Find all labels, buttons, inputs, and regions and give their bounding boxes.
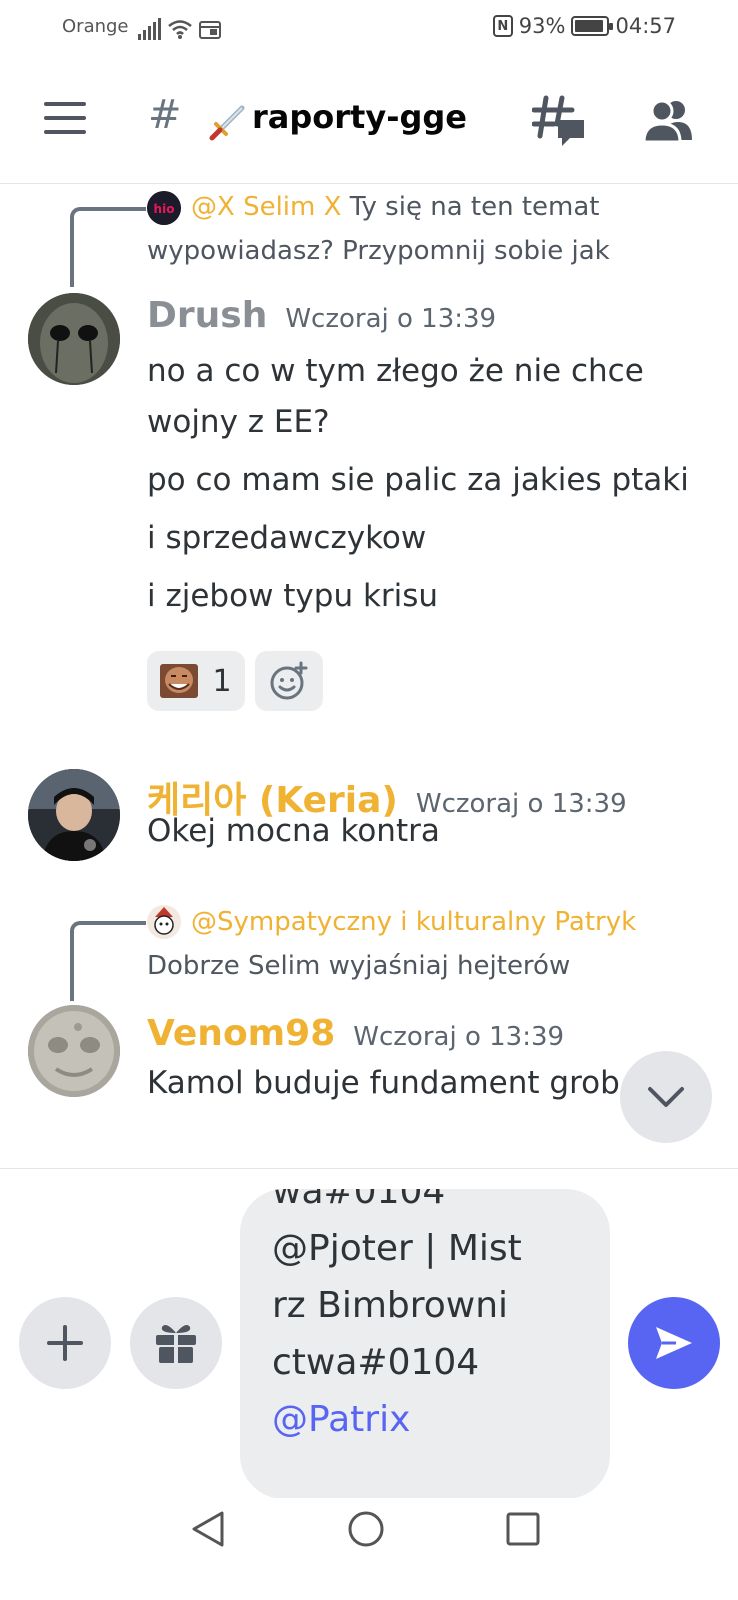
reply-preview[interactable]: @X Selim X Ty się na ten temat wypowiada… (147, 185, 707, 273)
reaction-count: 1 (212, 663, 232, 699)
dagger-emoji-icon (209, 105, 245, 141)
avatar[interactable] (28, 769, 120, 861)
channel-name: raporty-gge (252, 98, 467, 136)
threads-icon[interactable] (532, 94, 588, 148)
chevron-down-icon (648, 1087, 684, 1107)
message-text: po co mam sie palic za jakies ptaki (147, 462, 689, 498)
input-mention: @Patrix (272, 1399, 411, 1440)
timestamp: Wczoraj o 13:39 (415, 789, 627, 819)
message-input[interactable]: wa#0104 @Pjoter | Mistrz Bimbrownictwa#0… (240, 1189, 610, 1499)
members-icon[interactable] (642, 98, 694, 142)
hamburger-icon[interactable] (44, 102, 86, 134)
message-list[interactable]: hio @X Selim X Ty się na ten temat wypow… (0, 185, 738, 1168)
plus-icon (47, 1325, 83, 1361)
recents-icon[interactable] (506, 1512, 540, 1546)
reply-preview[interactable]: @Sympatyczny i kulturalny Patryk Dobrze … (147, 900, 692, 988)
message-text: i sprzedawczykow (147, 520, 427, 556)
message-text: Kamol buduje fundament grob (147, 1065, 620, 1101)
gift-button[interactable] (130, 1297, 222, 1389)
message-input-text: wa#0104 @Pjoter | Mistrz Bimbrownictwa#0… (272, 1189, 522, 1448)
home-icon[interactable] (347, 1510, 385, 1548)
keria-avatar-icon (28, 769, 120, 861)
nfc-icon: N (492, 15, 513, 37)
message-text: no a co w tym złego że nie chce (147, 353, 644, 389)
message-header: Venom98 Wczoraj o 13:39 (147, 1013, 564, 1054)
battery-icon (571, 16, 614, 36)
wifi-icon (168, 20, 192, 39)
send-button[interactable] (628, 1297, 720, 1389)
reply-mention[interactable]: @X Selim X (191, 192, 341, 222)
reply-connector (70, 921, 146, 1001)
attach-button[interactable] (19, 1297, 111, 1389)
username[interactable]: Venom98 (147, 1013, 335, 1054)
message-text: i zjebow typu krisu (147, 578, 439, 614)
input-text-main: wa#0104 @Pjoter | Mistrz Bimbrownictwa#0… (272, 1189, 522, 1383)
reaction-chip[interactable]: 1 (147, 651, 245, 711)
gift-icon (156, 1325, 196, 1363)
battery-percent: 93% (518, 14, 566, 38)
channel-header: # raporty-gge (0, 58, 738, 184)
cast-icon (199, 21, 221, 39)
add-reaction-button[interactable] (255, 651, 323, 711)
venom-avatar-icon (28, 1005, 120, 1097)
reply-connector (70, 207, 146, 287)
channel-hash-icon: # (148, 92, 182, 138)
signal-indicators (138, 14, 221, 40)
system-navbar (0, 1498, 738, 1600)
reply-snippet: Dobrze Selim wyjaśniaj hejterów (147, 951, 571, 981)
message-text: wojny z EE? (147, 404, 330, 440)
carrier-label: Orange (62, 16, 129, 37)
laughing-emoji-icon (160, 664, 199, 698)
add-reaction-icon (270, 661, 308, 700)
avatar[interactable] (28, 1005, 120, 1097)
avatar[interactable] (28, 293, 120, 385)
drush-avatar-icon (28, 293, 120, 385)
message-text: Okej mocna kontra (147, 813, 440, 849)
signal-icon (138, 18, 161, 40)
message-composer: wa#0104 @Pjoter | Mistrz Bimbrownictwa#0… (0, 1168, 738, 1499)
send-icon (656, 1327, 692, 1359)
status-bar: Orange N 93% 04:57 (0, 0, 738, 58)
timestamp: Wczoraj o 13:39 (353, 1022, 565, 1052)
back-icon[interactable] (190, 1510, 226, 1548)
username[interactable]: Drush (147, 295, 267, 336)
scroll-to-bottom-button[interactable] (620, 1051, 712, 1143)
status-right: N 93% 04:57 (492, 14, 676, 38)
reply-mention[interactable]: @Sympatyczny i kulturalny Patryk (191, 907, 636, 937)
message-header: Drush Wczoraj o 13:39 (147, 295, 496, 336)
timestamp: Wczoraj o 13:39 (285, 304, 497, 334)
clock: 04:57 (615, 14, 676, 38)
